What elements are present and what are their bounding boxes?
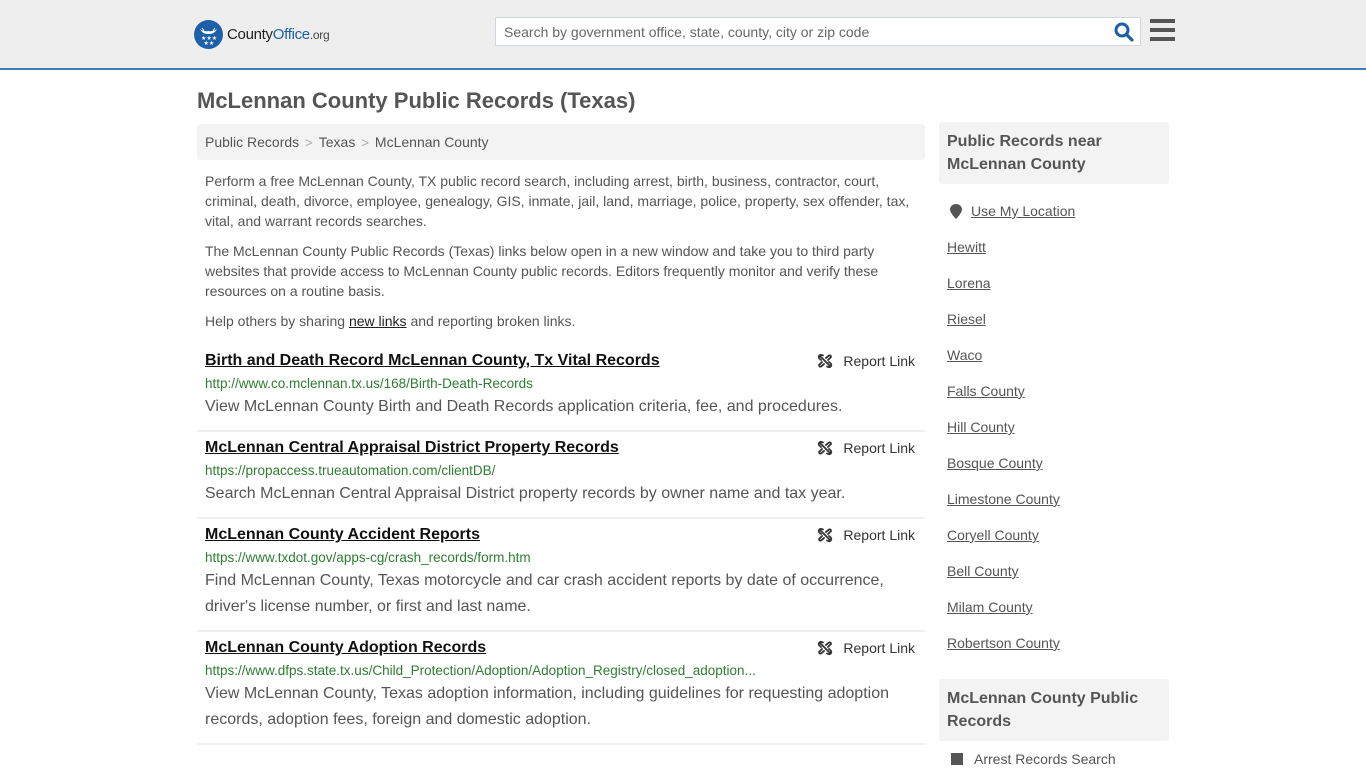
- breadcrumb-texas[interactable]: Texas: [319, 134, 356, 150]
- nearby-item: Riesel: [947, 301, 1161, 337]
- record-title-link[interactable]: Birth and Death Record McLennan County, …: [205, 351, 660, 371]
- record-title-link[interactable]: McLennan County Accident Reports: [205, 525, 480, 545]
- nearby-link-hill-county[interactable]: Hill County: [947, 419, 1015, 435]
- county-records-list: Arrest Records Search: [939, 741, 1169, 767]
- page-title: McLennan County Public Records (Texas): [197, 88, 636, 113]
- menu-bar: [1150, 19, 1175, 23]
- intro-paragraph: The McLennan County Public Records (Texa…: [205, 243, 879, 299]
- nearby-item: Falls County: [947, 373, 1161, 409]
- menu-bar: [1150, 28, 1175, 32]
- report-link-button[interactable]: Report Link: [817, 640, 915, 656]
- nearby-item: Lorena: [947, 265, 1161, 301]
- breadcrumb: Public Records > Texas > McLennan County: [197, 124, 925, 160]
- record-title-link[interactable]: McLennan Central Appraisal District Prop…: [205, 438, 619, 458]
- nearby-link-bell-county[interactable]: Bell County: [947, 563, 1019, 579]
- record-description: Find McLennan County, Texas motorcycle a…: [205, 572, 884, 615]
- nearby-link-coryell-county[interactable]: Coryell County: [947, 527, 1039, 543]
- nearby-item: Coryell County: [947, 517, 1161, 553]
- report-link-button[interactable]: Report Link: [817, 527, 915, 543]
- record-description: View McLennan County, Texas adoption inf…: [205, 685, 889, 728]
- nearby-item: Limestone County: [947, 481, 1161, 517]
- breadcrumb-separator: >: [361, 134, 369, 150]
- nearby-link-falls-county[interactable]: Falls County: [947, 383, 1025, 399]
- hamburger-menu-button[interactable]: [1150, 19, 1175, 42]
- nearby-list: Use My Location Hewitt Lorena Riesel Wac…: [939, 184, 1169, 661]
- new-links-link[interactable]: new links: [349, 313, 407, 329]
- sidebar: Public Records near McLennan County Use …: [939, 122, 1169, 767]
- help-paragraph: Help others by sharing new links and rep…: [205, 313, 576, 329]
- nearby-link-riesel[interactable]: Riesel: [947, 311, 986, 327]
- broken-link-icon: [818, 527, 833, 543]
- svg-text:★★: ★★: [204, 40, 215, 47]
- nearby-item: Bell County: [947, 553, 1161, 589]
- nearby-item: Robertson County: [947, 625, 1161, 661]
- logo-text: CountyOffice.org: [227, 26, 330, 43]
- search-button[interactable]: [1114, 22, 1134, 42]
- report-link-label: Report Link: [843, 440, 915, 456]
- use-location-item: Use My Location: [947, 193, 1161, 229]
- use-my-location-link[interactable]: Use My Location: [971, 203, 1075, 219]
- nearby-link-lorena[interactable]: Lorena: [947, 275, 991, 291]
- nearby-item: Hewitt: [947, 229, 1161, 265]
- nearby-link-bosque-county[interactable]: Bosque County: [947, 455, 1043, 471]
- records-list: Birth and Death Record McLennan County, …: [197, 345, 925, 745]
- menu-bar: [1150, 37, 1175, 41]
- search-input[interactable]: [496, 18, 1106, 45]
- intro-paragraph: Perform a free McLennan County, TX publi…: [205, 173, 910, 229]
- record-title-link[interactable]: McLennan County Adoption Records: [205, 638, 486, 658]
- nearby-link-waco[interactable]: Waco: [947, 347, 982, 363]
- nearby-link-limestone-county[interactable]: Limestone County: [947, 491, 1060, 507]
- nearby-item: Milam County: [947, 589, 1161, 625]
- site-logo[interactable]: ★★★ ★★ CountyOffice.org: [194, 20, 330, 49]
- nearby-link-hewitt[interactable]: Hewitt: [947, 239, 986, 255]
- broken-link-icon: [818, 440, 833, 456]
- eagle-logo-icon: ★★★ ★★: [194, 20, 223, 49]
- map-marker-icon: [950, 203, 962, 219]
- record-url[interactable]: https://www.dfps.state.tx.us/Child_Prote…: [205, 662, 917, 680]
- breadcrumb-mclennan-county[interactable]: McLennan County: [375, 134, 489, 150]
- record-item: McLennan County Accident Reports Report …: [197, 519, 925, 632]
- record-url[interactable]: http://www.co.mclennan.tx.us/168/Birth-D…: [205, 375, 917, 393]
- report-link-button[interactable]: Report Link: [817, 353, 915, 369]
- arrest-records-link[interactable]: Arrest Records Search: [974, 751, 1116, 767]
- record-url[interactable]: https://www.txdot.gov/apps-cg/crash_reco…: [205, 549, 917, 567]
- nearby-item: Waco: [947, 337, 1161, 373]
- county-records-item: Arrest Records Search: [951, 751, 1161, 767]
- report-link-label: Report Link: [843, 640, 915, 656]
- nearby-item: Bosque County: [947, 445, 1161, 481]
- record-description: Search McLennan Central Appraisal Distri…: [205, 485, 846, 502]
- broken-link-icon: [818, 640, 833, 656]
- handcuffs-icon: [951, 753, 963, 765]
- broken-link-icon: [818, 353, 833, 369]
- top-header: ★★★ ★★ CountyOffice.org: [0, 0, 1366, 70]
- record-item: Birth and Death Record McLennan County, …: [197, 345, 925, 432]
- intro-text: Perform a free McLennan County, TX publi…: [205, 171, 920, 341]
- nearby-heading: Public Records near McLennan County: [939, 122, 1169, 184]
- report-link-button[interactable]: Report Link: [817, 440, 915, 456]
- record-item: McLennan Central Appraisal District Prop…: [197, 432, 925, 519]
- nearby-link-milam-county[interactable]: Milam County: [947, 599, 1033, 615]
- search-box: [495, 17, 1141, 46]
- report-link-label: Report Link: [843, 527, 915, 543]
- report-link-label: Report Link: [843, 353, 915, 369]
- nearby-link-robertson-county[interactable]: Robertson County: [947, 635, 1060, 651]
- breadcrumb-public-records[interactable]: Public Records: [205, 134, 299, 150]
- record-item: McLennan County Adoption Records Report …: [197, 632, 925, 745]
- record-url[interactable]: https://propaccess.trueautomation.com/cl…: [205, 462, 917, 480]
- record-description: View McLennan County Birth and Death Rec…: [205, 398, 843, 415]
- search-icon: [1114, 22, 1134, 42]
- nearby-item: Hill County: [947, 409, 1161, 445]
- breadcrumb-separator: >: [305, 134, 313, 150]
- county-records-heading: McLennan County Public Records: [939, 679, 1169, 741]
